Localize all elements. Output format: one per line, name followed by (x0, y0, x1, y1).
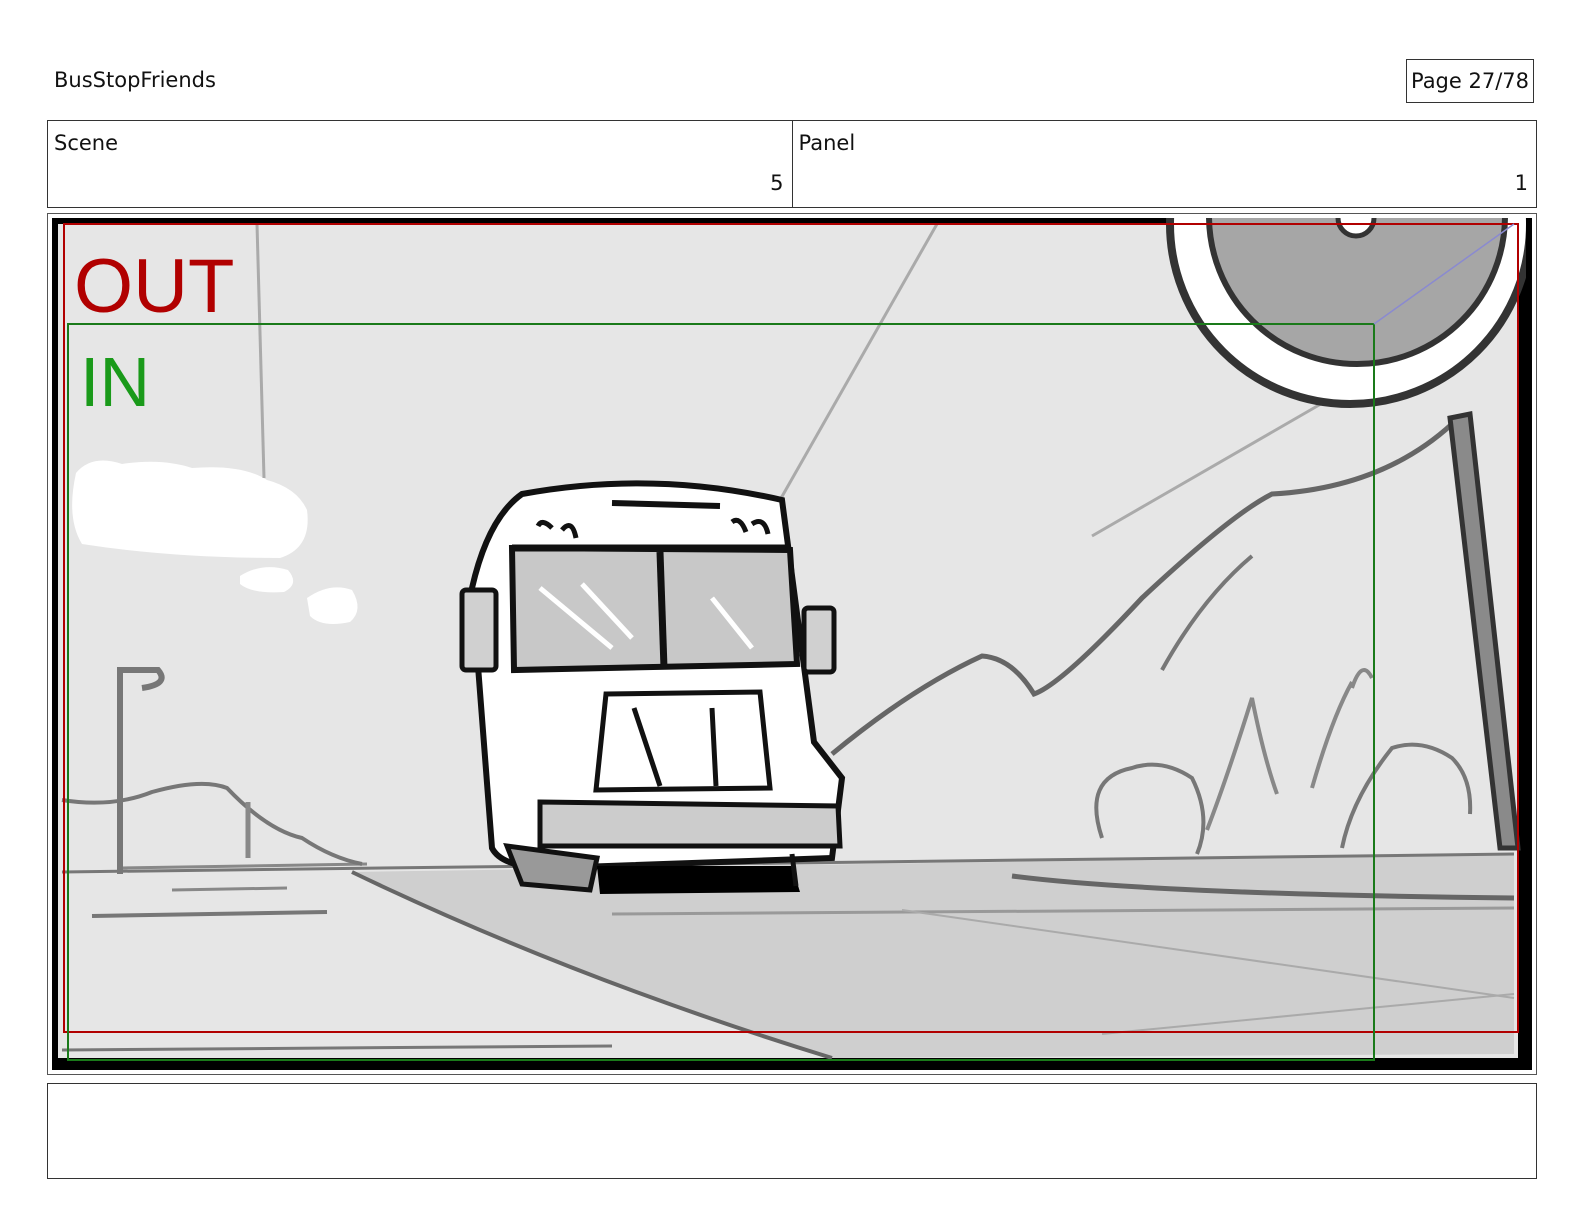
bus-sketch: OUT IN (58, 218, 1526, 1061)
scene-panel-table: Scene 5 Panel 1 (47, 120, 1537, 208)
notes-box (47, 1083, 1537, 1179)
page-number-label: Page 27/78 (1410, 69, 1530, 93)
panel-label: Panel (798, 131, 856, 155)
storyboard-frame: OUT IN (47, 213, 1537, 1075)
project-title: BusStopFriends (54, 68, 216, 92)
school-bus (459, 480, 846, 894)
panel-value: 1 (1514, 171, 1528, 195)
in-label: IN (80, 343, 150, 421)
storyboard-image: OUT IN (52, 218, 1532, 1070)
out-label: OUT (74, 244, 234, 329)
page-number: Page 27/78 (1406, 59, 1534, 103)
panel-cell: Panel 1 (791, 121, 1537, 207)
scene-cell: Scene 5 (48, 121, 792, 207)
scene-value: 5 (770, 171, 784, 195)
scene-label: Scene (54, 131, 119, 155)
